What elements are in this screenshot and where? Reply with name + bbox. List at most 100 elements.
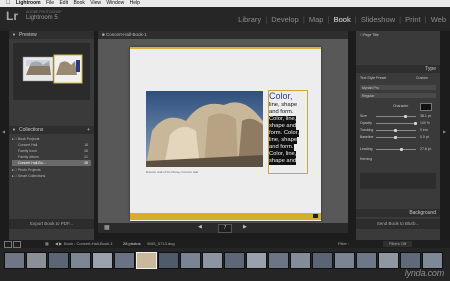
right-panel-toggle-icon[interactable]: ▶ bbox=[443, 129, 446, 134]
next-page-icon[interactable]: ▶ bbox=[243, 224, 247, 230]
tracking-slider-knob[interactable] bbox=[394, 129, 397, 132]
photo-count: 28 photos bbox=[123, 241, 141, 246]
filter-label: Filter : bbox=[338, 241, 350, 246]
filmstrip-thumbnail[interactable] bbox=[48, 252, 69, 269]
page-footer-band bbox=[130, 213, 321, 220]
character-color-swatch[interactable] bbox=[420, 103, 432, 111]
opacity-slider[interactable] bbox=[376, 123, 416, 124]
text-style-preset-value[interactable]: Custom bbox=[416, 76, 428, 80]
book-toolbar: ▦ ◀ 7 ▶ bbox=[98, 223, 348, 233]
book-title-bar: ■ Concert-Hall-Book-1 bbox=[98, 31, 348, 39]
module-web[interactable]: Web bbox=[431, 15, 446, 24]
opacity-label: Opacity bbox=[360, 121, 372, 125]
text-line-selected: form. Color, bbox=[269, 130, 299, 137]
collection-concert-hall-book-selected[interactable]: Concert Hall-Bo... 28 bbox=[12, 160, 91, 166]
collection-set-smart[interactable]: ▸ □ Smart Collections bbox=[12, 173, 91, 179]
filmstrip-thumbnail[interactable] bbox=[246, 252, 267, 269]
filmstrip-thumbnail[interactable] bbox=[26, 252, 47, 269]
filmstrip-thumbnail-selected[interactable] bbox=[136, 252, 157, 269]
module-develop[interactable]: Develop bbox=[271, 15, 299, 24]
filmstrip-thumbnail[interactable] bbox=[422, 252, 443, 269]
filter-select[interactable]: Filters Off bbox=[383, 241, 413, 247]
type-label: Type bbox=[425, 66, 436, 72]
send-book-to-blurb-button[interactable]: Send Book to Blurb... bbox=[356, 219, 440, 229]
lightroom-logo: Lr bbox=[6, 9, 18, 23]
collections-label: Collections bbox=[18, 127, 44, 133]
opacity-value[interactable]: 100 % bbox=[420, 121, 430, 125]
primary-display-icon[interactable] bbox=[4, 241, 12, 248]
alignment-controls[interactable] bbox=[360, 173, 436, 189]
book-preview-thumbnails[interactable] bbox=[13, 43, 90, 100]
collections-panel-header[interactable]: ▼ Collections + bbox=[9, 126, 94, 134]
filmstrip-thumbnail[interactable] bbox=[378, 252, 399, 269]
leading-slider[interactable] bbox=[376, 149, 416, 150]
photo-caption[interactable]: Exterior wall of the Disney Concert Hall bbox=[146, 170, 198, 174]
filmstrip-thumbnail[interactable] bbox=[400, 252, 421, 269]
module-picker: Library | Develop | Map | Book | Slidesh… bbox=[238, 15, 446, 24]
opacity-slider-knob[interactable] bbox=[414, 122, 417, 125]
size-slider-knob[interactable] bbox=[404, 115, 407, 118]
size-slider[interactable] bbox=[376, 116, 416, 117]
filmstrip-thumbnail[interactable] bbox=[312, 252, 333, 269]
filmstrip-header: ▦ ◀ ▶ Book : Concert-Hall-Book-1 28 phot… bbox=[0, 240, 450, 248]
text-line-selected: shape and bbox=[269, 158, 297, 165]
size-value[interactable]: 38.1 pt bbox=[420, 114, 431, 118]
text-line-selected: Color, line, bbox=[269, 151, 297, 158]
menu-book[interactable]: Book bbox=[73, 0, 84, 6]
view-mode-icon[interactable]: ▦ bbox=[104, 224, 110, 231]
filmstrip-thumbnail[interactable] bbox=[268, 252, 289, 269]
leading-slider-knob[interactable] bbox=[400, 148, 403, 151]
export-book-pdf-button[interactable]: Export Book to PDF... bbox=[9, 219, 94, 229]
module-slideshow[interactable]: Slideshow bbox=[361, 15, 395, 24]
filmstrip-thumbnail[interactable] bbox=[180, 252, 201, 269]
filmstrip-thumbnail[interactable] bbox=[70, 252, 91, 269]
text-line-selected: shape and bbox=[269, 123, 297, 130]
menu-view[interactable]: View bbox=[90, 0, 101, 6]
menu-lightroom[interactable]: Lightroom bbox=[16, 0, 41, 6]
baseline-label: Baseline bbox=[360, 135, 374, 139]
collection-name: Book Projects bbox=[17, 137, 40, 141]
collection-name: Smart Collections bbox=[17, 174, 46, 178]
filmstrip-thumbnail[interactable] bbox=[224, 252, 245, 269]
previous-page-icon[interactable]: ◀ bbox=[198, 224, 202, 230]
menu-file[interactable]: File bbox=[46, 0, 54, 6]
grid-icon[interactable]: ▦ bbox=[45, 240, 49, 248]
filmstrip-thumbnail[interactable] bbox=[356, 252, 377, 269]
menu-help[interactable]: Help bbox=[130, 0, 140, 6]
watermark-logo: lynda.com bbox=[404, 268, 444, 278]
leading-value[interactable]: 27.8 pt bbox=[420, 147, 431, 151]
photo-graphic bbox=[146, 91, 263, 167]
page-menu-icon[interactable] bbox=[313, 214, 318, 218]
tracking-value[interactable]: 0 em bbox=[420, 128, 428, 132]
page-title-checkbox[interactable]: □ Page Title bbox=[360, 33, 379, 37]
left-panel-toggle-icon[interactable]: ◀ bbox=[2, 129, 5, 134]
menu-window[interactable]: Window bbox=[106, 0, 124, 6]
filmstrip-thumbnail[interactable] bbox=[290, 252, 311, 269]
baseline-slider-knob[interactable] bbox=[394, 136, 397, 139]
concert-hall-photo[interactable] bbox=[146, 91, 263, 167]
folder-icon: ▸ □ bbox=[12, 168, 17, 172]
module-print[interactable]: Print bbox=[405, 15, 420, 24]
preview-panel-header[interactable]: ▼ Preview bbox=[9, 31, 94, 39]
filmstrip-source[interactable]: Book : Concert-Hall-Book-1 bbox=[64, 240, 113, 248]
background-panel-header[interactable]: Background bbox=[356, 209, 440, 217]
filmstrip-thumbnail[interactable] bbox=[334, 252, 355, 269]
menu-edit[interactable]: Edit bbox=[59, 0, 68, 6]
module-library[interactable]: Library bbox=[238, 15, 261, 24]
filmstrip-thumbnail[interactable] bbox=[158, 252, 179, 269]
filmstrip-thumbnail[interactable] bbox=[92, 252, 113, 269]
forward-arrow-icon[interactable]: ▶ bbox=[59, 240, 62, 248]
module-map[interactable]: Map bbox=[309, 15, 324, 24]
text-line: line, shape bbox=[269, 102, 298, 108]
filmstrip-thumbnail[interactable] bbox=[4, 252, 25, 269]
size-label: Size bbox=[360, 114, 367, 118]
type-panel-header[interactable]: Type bbox=[356, 65, 440, 73]
back-arrow-icon[interactable]: ◀ bbox=[55, 240, 58, 248]
apple-icon[interactable]:  bbox=[6, 0, 11, 6]
filmstrip-thumbnail[interactable] bbox=[114, 252, 135, 269]
add-collection-icon[interactable]: + bbox=[87, 126, 90, 134]
module-book[interactable]: Book bbox=[334, 15, 351, 24]
baseline-value[interactable]: 0.0 pt bbox=[420, 135, 429, 139]
filmstrip-thumbnail[interactable] bbox=[202, 252, 223, 269]
secondary-display-icon[interactable] bbox=[13, 241, 21, 248]
